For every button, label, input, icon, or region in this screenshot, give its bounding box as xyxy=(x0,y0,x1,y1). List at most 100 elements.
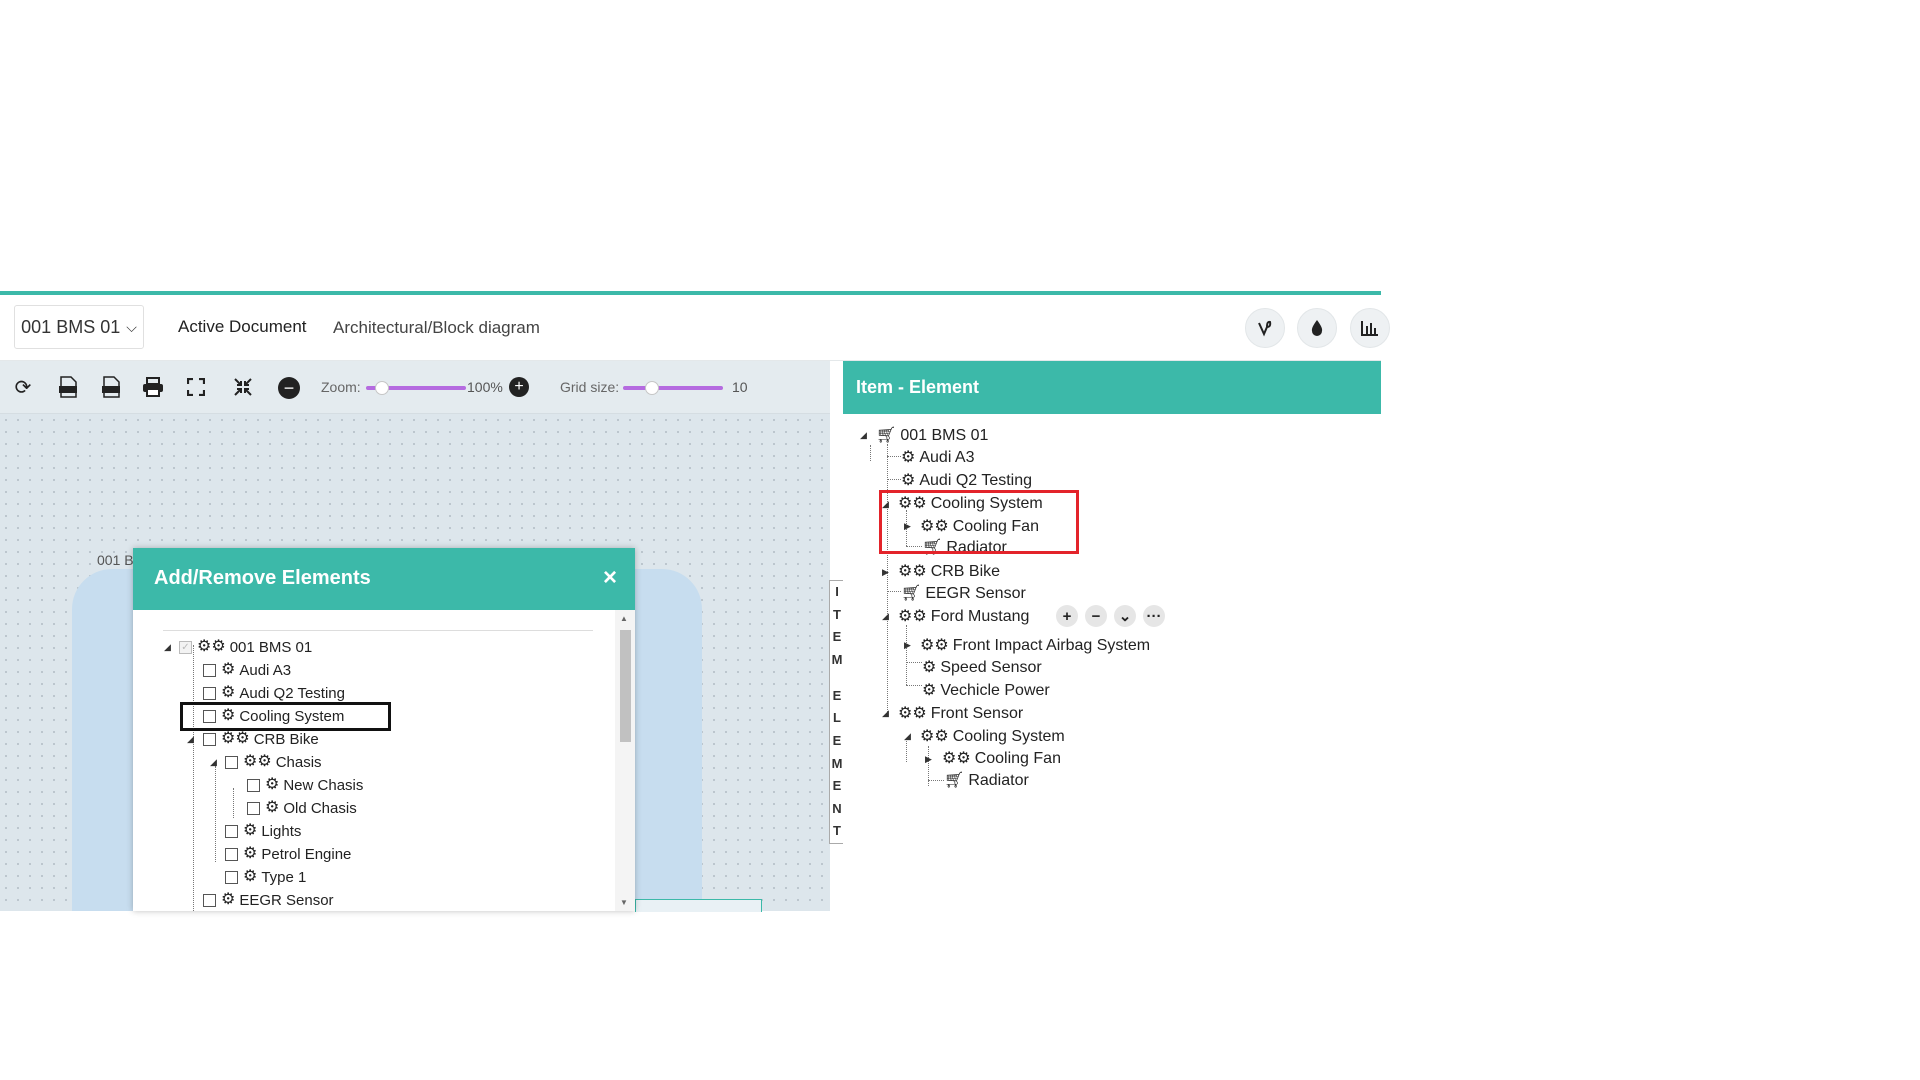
tree-node-root[interactable]: 🛒︎ 001 BMS 01 xyxy=(876,426,988,446)
gears-icon: ⚙⚙ xyxy=(197,638,226,655)
modal-item-old-chasis[interactable]: ⚙ Old Chasis xyxy=(247,798,357,818)
modal-item-root[interactable]: ✓ ⚙⚙ 001 BMS 01 xyxy=(179,637,312,657)
modal-item-audi-q2[interactable]: ⚙ Audi Q2 Testing xyxy=(203,683,345,703)
checkbox[interactable] xyxy=(225,755,238,769)
collapse-triangle-icon[interactable]: ◢ xyxy=(860,430,867,441)
modal-item-type1[interactable]: ⚙ Type 1 xyxy=(225,867,306,887)
grid-size-value: 10 xyxy=(732,379,748,395)
export-png-button[interactable] xyxy=(97,373,125,401)
side-tab-letter: L xyxy=(833,710,841,726)
document-selector[interactable]: 001 BMS 01 ⌵ xyxy=(14,305,144,349)
active-document-label: Active Document xyxy=(178,317,307,336)
cart-icon: 🛒︎ xyxy=(901,585,922,602)
checkbox[interactable] xyxy=(203,893,216,907)
fullscreen-icon[interactable] xyxy=(182,373,210,401)
zoom-slider[interactable] xyxy=(366,381,466,395)
tree-node-fs-radiator[interactable]: 🛒︎ Radiator xyxy=(944,771,1029,791)
add-node-button[interactable]: + xyxy=(1056,605,1078,627)
checkbox[interactable] xyxy=(225,824,238,838)
tree-node-fs-cooling-system[interactable]: ⚙⚙ Cooling System xyxy=(920,727,1065,747)
zoom-slider-handle[interactable] xyxy=(375,381,389,395)
side-tab-letter: T xyxy=(833,823,841,839)
checkbox[interactable] xyxy=(203,732,216,746)
modal-item-eegr-sensor[interactable]: ⚙ EEGR Sensor xyxy=(203,890,334,910)
document-selector-value: 001 BMS 01 xyxy=(21,316,121,337)
checkbox[interactable] xyxy=(247,801,260,815)
zoom-in-button[interactable]: + xyxy=(509,377,529,397)
side-tab-letter: T xyxy=(833,606,841,622)
grid-size-slider-handle[interactable] xyxy=(645,381,659,395)
collapse-triangle-icon[interactable]: ◢ xyxy=(904,731,911,742)
modal-item-label: Petrol Engine xyxy=(261,845,352,863)
tree-node-speed-sensor[interactable]: ⚙ Speed Sensor xyxy=(922,658,1042,678)
modal-item-new-chasis[interactable]: ⚙ New Chasis xyxy=(247,775,363,795)
tree-node-label: Audi A3 xyxy=(919,449,975,466)
modal-item-petrol-engine[interactable]: ⚙ Petrol Engine xyxy=(225,844,351,864)
side-tab-letter: E xyxy=(832,629,842,645)
modal-item-lights[interactable]: ⚙ Lights xyxy=(225,821,301,841)
modal-scrollbar-thumb[interactable] xyxy=(620,630,631,742)
collapse-triangle-icon[interactable]: ◢ xyxy=(164,642,171,653)
canvas-element-stub[interactable] xyxy=(635,899,762,912)
modal-item-chasis[interactable]: ⚙⚙ Chasis xyxy=(225,752,322,772)
checkbox[interactable]: ✓ xyxy=(179,640,192,654)
vine-icon[interactable] xyxy=(1245,308,1285,348)
tree-node-ford-mustang[interactable]: ⚙⚙ Ford Mustang xyxy=(898,607,1029,627)
remove-node-button[interactable]: − xyxy=(1085,605,1107,627)
side-tab-letter: I xyxy=(835,584,839,599)
modal-item-label: Chasis xyxy=(275,753,322,771)
refresh-icon[interactable]: ⟳ xyxy=(9,373,37,401)
tree-node-label: Front Sensor xyxy=(930,705,1024,722)
tree-connector xyxy=(887,479,901,480)
modal-item-crb-bike[interactable]: ⚙⚙ CRB Bike xyxy=(203,729,319,749)
checkbox[interactable] xyxy=(203,663,216,677)
tree-node-front-sensor[interactable]: ⚙⚙ Front Sensor xyxy=(898,704,1023,724)
chart-icon[interactable] xyxy=(1350,308,1390,348)
expand-triangle-icon[interactable]: ▶ xyxy=(882,567,889,578)
modal-item-label: CRB Bike xyxy=(253,730,319,748)
side-tab-letter: E xyxy=(832,778,842,794)
scroll-up-icon[interactable]: ▲ xyxy=(620,614,628,623)
export-svg-button[interactable] xyxy=(54,373,82,401)
checkbox[interactable] xyxy=(225,847,238,861)
expand-triangle-icon[interactable]: ▶ xyxy=(904,640,911,651)
zoom-out-button[interactable]: − xyxy=(278,377,300,399)
collapse-triangle-icon[interactable]: ◢ xyxy=(882,611,889,622)
gear-icon: ⚙ xyxy=(243,868,258,885)
tree-node-vehicle-power[interactable]: ⚙ Vechicle Power xyxy=(922,681,1050,701)
close-icon[interactable]: × xyxy=(603,564,617,592)
tree-node-audi-q2[interactable]: ⚙ Audi Q2 Testing xyxy=(901,471,1032,491)
tree-node-eegr-sensor[interactable]: 🛒︎ EEGR Sensor xyxy=(901,584,1026,604)
gear-icon: ⚙ xyxy=(265,799,280,816)
print-icon[interactable] xyxy=(139,373,167,401)
modal-scrollbar[interactable]: ▲ ▼ xyxy=(615,610,635,911)
tree-node-front-impact[interactable]: ⚙⚙ Front Impact Airbag System xyxy=(920,636,1150,656)
expand-triangle-icon[interactable]: ▶ xyxy=(925,754,932,765)
gear-icon: ⚙ xyxy=(221,684,236,701)
tree-node-fs-cooling-fan[interactable]: ⚙⚙ Cooling Fan xyxy=(942,749,1061,769)
checkbox[interactable] xyxy=(203,686,216,700)
tree-connector xyxy=(906,625,907,685)
cart-icon: 🛒︎ xyxy=(876,427,897,444)
fit-screen-icon[interactable] xyxy=(229,373,257,401)
modal-item-label: New Chasis xyxy=(283,776,364,794)
modal-item-audi-a3[interactable]: ⚙ Audi A3 xyxy=(203,660,291,680)
collapse-triangle-icon[interactable]: ◢ xyxy=(882,708,889,719)
tree-node-crb-bike[interactable]: ⚙⚙ CRB Bike xyxy=(898,562,1000,582)
tree-node-audi-a3[interactable]: ⚙ Audi A3 xyxy=(901,448,975,468)
grid-size-slider[interactable] xyxy=(623,381,723,395)
drop-icon[interactable] xyxy=(1297,308,1337,348)
gear-icon: ⚙ xyxy=(922,659,937,676)
checkbox[interactable] xyxy=(247,778,260,792)
zoom-label: Zoom: xyxy=(321,379,361,395)
tree-node-label: Front Impact Airbag System xyxy=(952,637,1151,654)
dropdown-node-button[interactable]: ⌄ xyxy=(1114,605,1136,627)
scroll-down-icon[interactable]: ▼ xyxy=(620,898,628,907)
more-options-button[interactable]: ··· xyxy=(1143,605,1165,627)
gear-icon: ⚙ xyxy=(221,891,236,908)
gear-icon: ⚙ xyxy=(901,449,916,466)
collapse-triangle-icon[interactable]: ◢ xyxy=(210,757,217,768)
tree-node-label: Audi Q2 Testing xyxy=(919,472,1033,489)
collapse-triangle-icon[interactable]: ◢ xyxy=(187,734,194,745)
checkbox[interactable] xyxy=(225,870,238,884)
